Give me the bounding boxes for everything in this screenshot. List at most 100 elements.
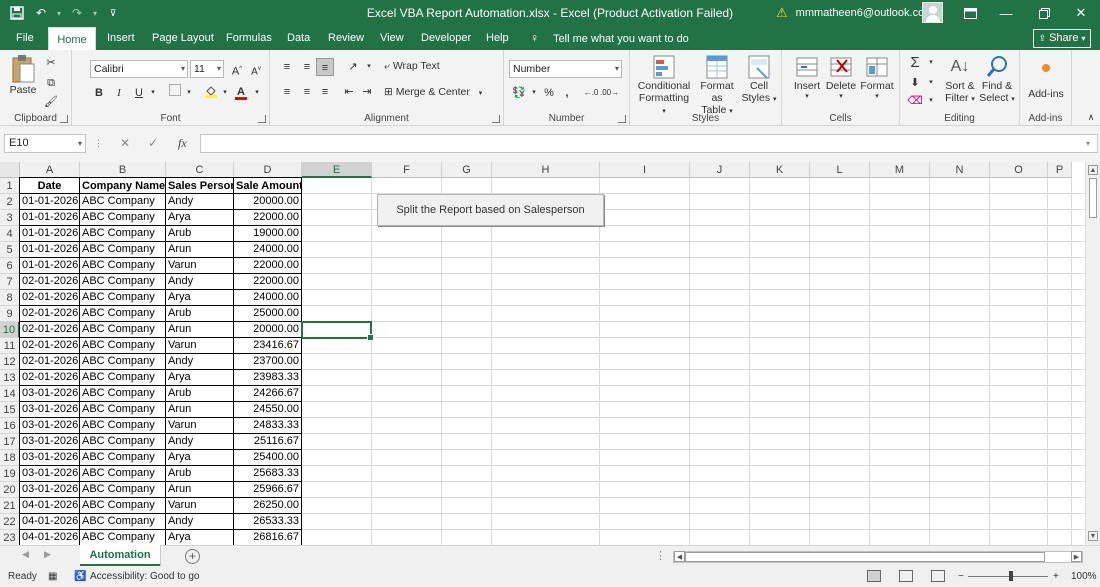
account-area[interactable]: ⚠ mmmatheen6@outlook.com — [776, 5, 933, 21]
more-icon[interactable]: ⋮ — [655, 549, 666, 562]
table-cell[interactable]: Arun — [165, 321, 234, 338]
horizontal-scroll-thumb[interactable] — [685, 552, 1045, 562]
column-header[interactable]: K — [750, 162, 810, 178]
table-cell[interactable]: ABC Company — [79, 481, 166, 498]
align-center-icon[interactable]: ≡ — [298, 83, 316, 101]
table-cell[interactable]: 25966.67 — [233, 481, 302, 498]
tab-file[interactable]: File — [16, 26, 34, 50]
row-header[interactable]: 7 — [0, 274, 20, 290]
row-header[interactable]: 19 — [0, 466, 20, 482]
row-header[interactable]: 17 — [0, 434, 20, 450]
find-select-button[interactable]: Find & Select ▾ — [978, 54, 1016, 104]
row-header[interactable]: 4 — [0, 226, 20, 242]
accessibility-icon[interactable]: ♿ — [74, 571, 86, 582]
increase-font-icon[interactable]: A^ — [228, 60, 246, 78]
table-cell[interactable]: 03-01-2026 — [19, 417, 80, 434]
tell-me-search[interactable]: ♀ Tell me what you want to do — [530, 26, 689, 50]
column-header[interactable]: B — [80, 162, 166, 178]
table-cell[interactable]: ABC Company — [79, 257, 166, 274]
percent-button[interactable]: % — [540, 84, 558, 102]
column-header[interactable]: A — [20, 162, 80, 178]
row-header[interactable]: 11 — [0, 338, 20, 354]
table-cell[interactable]: 02-01-2026 — [19, 353, 80, 370]
column-header[interactable]: J — [690, 162, 750, 178]
align-left-icon[interactable]: ≡ — [278, 83, 296, 101]
font-name-select[interactable]: Calibri ▾ — [90, 60, 188, 78]
table-cell[interactable]: 24000.00 — [233, 241, 302, 258]
scroll-up-icon[interactable]: ▲ — [1088, 165, 1098, 175]
column-header[interactable]: F — [372, 162, 442, 178]
insert-function-icon[interactable]: fx — [178, 134, 187, 153]
sort-filter-button[interactable]: A↓ Sort & Filter ▾ — [942, 54, 978, 104]
tab-developer[interactable]: Developer — [421, 26, 471, 50]
wrap-text-button[interactable]: ⤶ Wrap Text — [384, 60, 440, 73]
zoom-slider-thumb[interactable] — [1009, 571, 1013, 581]
table-cell[interactable]: 02-01-2026 — [19, 369, 80, 386]
row-header[interactable]: 16 — [0, 418, 20, 434]
chevron-down-icon[interactable]: ▾ — [144, 84, 162, 102]
align-right-icon[interactable]: ≡ — [316, 83, 334, 101]
accessibility-status[interactable]: Accessibility: Good to go — [90, 571, 200, 582]
insert-cells-button[interactable]: Insert ▾ — [790, 54, 824, 100]
table-cell[interactable]: 25683.33 — [233, 465, 302, 482]
table-cell[interactable]: 03-01-2026 — [19, 433, 80, 450]
table-cell[interactable]: 22000.00 — [233, 273, 302, 290]
comma-button[interactable]: , — [558, 84, 576, 102]
delete-cells-button[interactable]: Delete ▾ — [824, 54, 858, 100]
align-bottom-icon[interactable]: ≡ — [316, 58, 334, 76]
dialog-launcher-icon[interactable] — [618, 115, 626, 123]
table-cell[interactable]: 02-01-2026 — [19, 337, 80, 354]
table-cell[interactable]: 19000.00 — [233, 225, 302, 242]
increase-indent-icon[interactable]: ⇥ — [358, 83, 376, 101]
table-cell[interactable]: 25000.00 — [233, 305, 302, 322]
table-cell[interactable]: Arub — [165, 465, 234, 482]
table-header-cell[interactable]: Company Name — [79, 177, 166, 194]
expand-formula-bar-icon[interactable]: ▾ — [1086, 134, 1090, 153]
worksheet-grid[interactable]: ABCDEFGHIJKLMNOP 1 2 3 4 5 6 7 8 9 10 11 12 13 14 15 16… — [0, 162, 1085, 545]
tab-insert[interactable]: Insert — [107, 26, 135, 50]
table-cell[interactable]: Varun — [165, 257, 234, 274]
share-button[interactable]: ⇪ Share ▾ — [1033, 29, 1091, 48]
customize-qat-icon[interactable]: ⊽ — [102, 3, 124, 23]
row-header[interactable]: 5 — [0, 242, 20, 258]
vertical-scroll-thumb[interactable] — [1089, 178, 1097, 218]
table-cell[interactable]: 03-01-2026 — [19, 465, 80, 482]
increase-decimal-icon[interactable]: ←.0 — [582, 84, 600, 102]
cut-icon[interactable]: ✂ — [42, 54, 60, 72]
chevron-down-icon[interactable]: ▾ — [922, 74, 940, 92]
font-size-select[interactable]: 11 ▾ — [190, 60, 224, 78]
table-cell[interactable]: ABC Company — [79, 401, 166, 418]
column-header[interactable]: D — [234, 162, 302, 178]
ribbon-display-icon[interactable] — [952, 0, 988, 26]
table-cell[interactable]: Andy — [165, 513, 234, 530]
table-cell[interactable]: Arya — [165, 529, 234, 545]
row-header[interactable]: 8 — [0, 290, 20, 306]
table-cell[interactable]: 22000.00 — [233, 257, 302, 274]
dialog-launcher-icon[interactable] — [60, 115, 68, 123]
page-break-view-icon[interactable] — [931, 570, 945, 582]
table-cell[interactable]: 26533.33 — [233, 513, 302, 530]
table-cell[interactable]: 04-01-2026 — [19, 497, 80, 514]
table-cell[interactable]: 20000.00 — [233, 321, 302, 338]
row-header[interactable]: 12 — [0, 354, 20, 370]
table-cell[interactable]: 20000.00 — [233, 193, 302, 210]
format-painter-icon[interactable]: 🖌 — [42, 93, 60, 111]
number-format-select[interactable]: Number ▾ — [509, 60, 622, 78]
table-cell[interactable]: ABC Company — [79, 305, 166, 322]
save-icon[interactable] — [6, 3, 28, 23]
row-header[interactable]: 18 — [0, 450, 20, 466]
tab-formulas[interactable]: Formulas — [226, 26, 272, 50]
row-header[interactable]: 10 — [0, 322, 20, 338]
table-cell[interactable]: Arya — [165, 369, 234, 386]
table-cell[interactable]: Varun — [165, 497, 234, 514]
table-cell[interactable]: ABC Company — [79, 209, 166, 226]
zoom-out-icon[interactable]: − — [958, 571, 964, 582]
table-cell[interactable]: ABC Company — [79, 497, 166, 514]
decrease-indent-icon[interactable]: ⇤ — [340, 83, 358, 101]
tab-review[interactable]: Review — [328, 26, 364, 50]
align-middle-icon[interactable]: ≡ — [298, 58, 316, 76]
align-top-icon[interactable]: ≡ — [278, 58, 296, 76]
column-header[interactable]: O — [990, 162, 1048, 178]
formula-input[interactable] — [200, 134, 1098, 153]
merge-center-button[interactable]: ⊞ Merge & Center ▾ — [384, 86, 482, 98]
